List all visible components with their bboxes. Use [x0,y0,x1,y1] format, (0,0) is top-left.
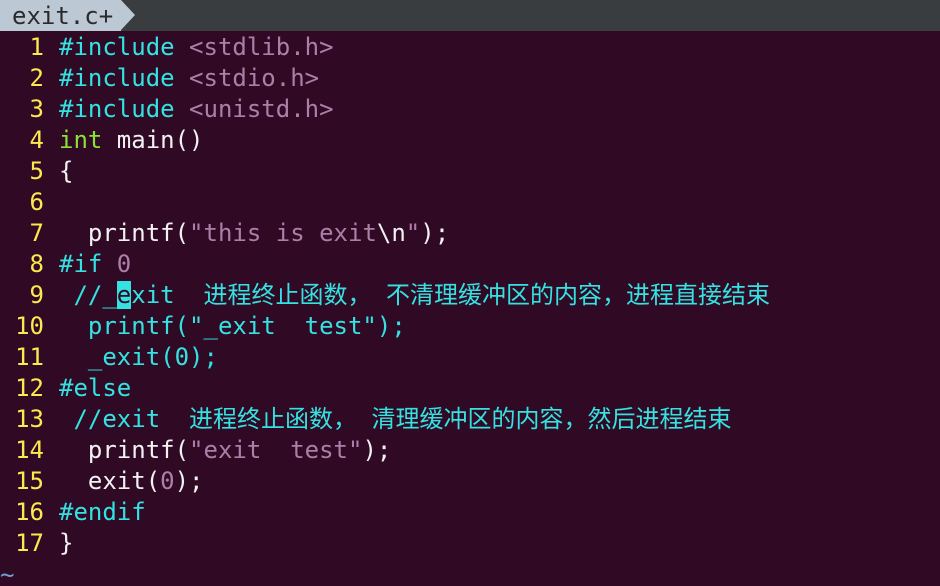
code-token: #include [59,64,190,92]
empty-line-marker: ~ [0,561,15,586]
file-tab[interactable]: exit.c+ [0,0,122,31]
code-token: } [59,529,74,557]
line-code: { [59,156,73,187]
code-token: 0 [116,250,132,278]
line-code: #include <unistd.h> [59,94,334,125]
line-number: 3 [29,95,44,123]
line-number: 15 [15,467,44,495]
code-token: ); [174,467,204,495]
line-number: 1 [29,33,44,61]
line-number: 8 [29,250,44,278]
code-token: printf( [59,436,190,464]
code-token: #include [59,33,190,61]
line-code: printf("this is exit\n"); [59,218,449,249]
code-token: #endif [59,498,146,526]
line-number: 4 [29,126,44,154]
line-number: 14 [15,436,44,464]
code-token: <stdlib.h> [189,33,334,61]
code-line[interactable]: 6 [0,187,940,218]
code-editor[interactable]: 1 #include <stdlib.h> 2 #include <stdio.h> 3… [0,32,940,559]
file-tab-label: exit.c+ [12,2,114,30]
code-line[interactable]: 13 //exit 进程终止函数， 清理缓冲区的内容，然后进程结束 [0,404,940,435]
line-code: _exit(0); [59,342,218,373]
line-number: 6 [29,188,44,216]
code-token: //exit 进程终止函数， 清理缓冲区的内容，然后进程结束 [59,405,732,433]
code-line[interactable]: 15 exit(0); [0,466,940,497]
line-code: #else [59,373,131,404]
line-code: #endif [59,497,146,528]
code-line[interactable]: 14 printf("exit test"); [0,435,940,466]
line-number: 9 [29,281,44,309]
code-token: <stdio.h> [189,64,320,92]
code-line[interactable]: 2 #include <stdio.h> [0,63,940,94]
code-line[interactable]: 17} [0,528,940,559]
code-token: exit( [59,467,161,495]
code-token: //_ [59,281,117,309]
text-cursor: e [116,281,132,309]
code-token: _exit(0); [59,343,218,371]
code-line[interactable]: 3 #include <unistd.h> [0,94,940,125]
line-number: 13 [15,405,44,433]
code-line[interactable]: 1 #include <stdlib.h> [0,32,940,63]
line-number: 7 [29,219,44,247]
line-number: 16 [15,498,44,526]
code-token: ); [420,219,450,247]
code-line[interactable]: 9 //_exit 进程终止函数， 不清理缓冲区的内容，进程直接结束 [0,280,940,311]
line-number: 12 [15,374,44,402]
code-token: main() [102,126,204,154]
line-code: exit(0); [59,466,204,497]
code-line[interactable]: 5{ [0,156,940,187]
code-token: #include [59,95,190,123]
tab-arrow-icon [121,0,135,30]
code-token: "exit test" [189,436,363,464]
code-token: ); [362,436,392,464]
code-token: { [59,157,74,185]
tab-bar: exit.c+ [0,0,940,31]
line-code: printf("exit test"); [59,435,391,466]
code-line[interactable]: 12 #else [0,373,940,404]
line-code: #include <stdio.h> [59,63,319,94]
line-code: //_exit 进程终止函数， 不清理缓冲区的内容，进程直接结束 [59,280,770,311]
code-token: #if [59,250,117,278]
code-line[interactable]: 8 #if 0 [0,249,940,280]
code-token: printf( [59,219,190,247]
code-line[interactable]: 16 #endif [0,497,940,528]
code-token: int [59,126,103,154]
line-code: //exit 进程终止函数， 清理缓冲区的内容，然后进程结束 [59,404,732,435]
line-code: #include <stdlib.h> [59,32,334,63]
code-line[interactable]: 7 printf("this is exit\n"); [0,218,940,249]
code-token: \n [376,219,406,247]
code-token: "this is exit [189,219,377,247]
code-token: " [405,219,421,247]
line-code: #if 0 [59,249,131,280]
code-line[interactable]: 10 printf("_exit test"); [0,311,940,342]
line-number: 2 [29,64,44,92]
line-number: 5 [29,157,44,185]
code-token: 0 [160,467,175,495]
line-code: int main() [59,125,204,156]
code-line[interactable]: 11 _exit(0); [0,342,940,373]
line-number: 11 [15,343,44,371]
line-code: printf("_exit test"); [59,311,406,342]
code-token: printf("_exit test"); [59,312,406,340]
line-number: 17 [15,529,44,557]
code-token: <unistd.h> [189,95,334,123]
code-token: xit 进程终止函数， 不清理缓冲区的内容，进程直接结束 [131,281,770,309]
code-line[interactable]: 4 int main() [0,125,940,156]
line-code: } [59,528,73,559]
line-number: 10 [15,312,44,340]
code-token: #else [59,374,132,402]
